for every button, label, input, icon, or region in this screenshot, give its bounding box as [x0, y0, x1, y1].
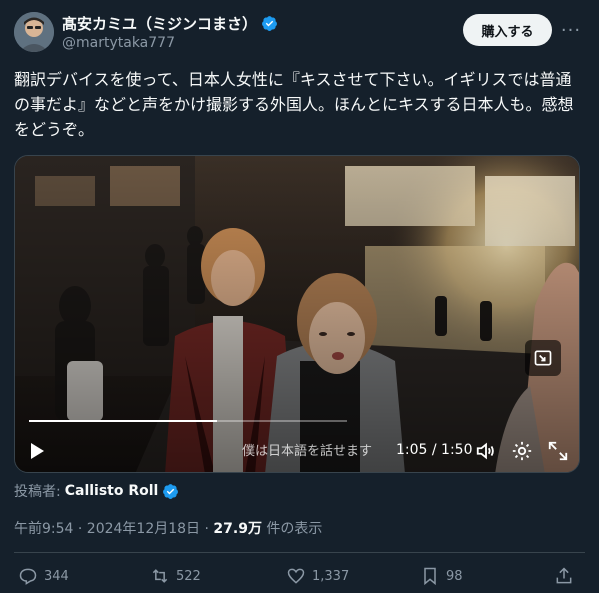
poster-attribution: 投稿者: Callisto Roll	[14, 481, 179, 501]
retweet-button[interactable]: 522	[150, 566, 201, 586]
tweet-text: 翻訳デバイスを使って、日本人女性に『キスさせて下さい。イギリスでは普通の事だよ』…	[14, 70, 574, 139]
view-count-suffix: 件の表示	[261, 521, 323, 537]
share-button[interactable]	[554, 566, 580, 586]
fullscreen-icon	[548, 441, 568, 461]
reply-icon	[19, 568, 37, 585]
play-button[interactable]	[25, 439, 49, 463]
bookmark-count: 98	[446, 568, 463, 584]
action-bar: 344 522 1,337 98	[14, 566, 585, 592]
like-count: 1,337	[312, 568, 350, 584]
view-count: 27.9万	[213, 521, 262, 537]
bookmark-icon	[424, 567, 436, 586]
bookmark-button[interactable]: 98	[420, 566, 463, 586]
poster-name[interactable]: Callisto Roll	[65, 483, 159, 499]
author-handle[interactable]: @martytaka777	[62, 35, 175, 51]
video-frame	[15, 156, 579, 472]
video-player[interactable]: 僕は日本語を話せます 1:05 / 1:50	[14, 155, 580, 473]
settings-button[interactable]	[511, 440, 533, 462]
gear-icon	[512, 441, 532, 461]
pip-icon	[534, 350, 552, 366]
divider	[14, 552, 585, 553]
verified-badge-icon	[262, 16, 277, 31]
share-icon	[556, 567, 572, 584]
like-button[interactable]: 1,337	[286, 566, 349, 586]
timestamp-row: 午前9:54 · 2024年12月18日 · 27.9万 件の表示	[14, 518, 322, 538]
reply-count: 344	[44, 568, 69, 584]
video-time: 1:05 / 1:50	[396, 442, 473, 458]
poster-label: 投稿者:	[14, 484, 61, 500]
volume-icon	[476, 442, 494, 460]
picture-in-picture-button[interactable]	[525, 340, 561, 376]
retweet-icon	[152, 569, 168, 583]
fullscreen-button[interactable]	[547, 440, 569, 462]
buy-button[interactable]: 購入する	[463, 14, 552, 46]
author-name-text: 髙安カミユ（ミジンコまさ）	[62, 15, 258, 33]
author-name[interactable]: 髙安カミユ（ミジンコまさ）	[62, 13, 278, 34]
verified-badge-icon	[163, 483, 179, 499]
heart-icon	[287, 568, 305, 584]
reply-button[interactable]: 344	[18, 566, 69, 586]
retweet-count: 522	[176, 568, 201, 584]
more-dots-icon[interactable]: ···	[558, 14, 584, 46]
play-icon	[31, 443, 44, 459]
video-progress-track[interactable]	[29, 420, 347, 422]
volume-button[interactable]	[475, 440, 497, 462]
video-subtitle: 僕は日本語を話せます	[242, 444, 373, 459]
video-progress-fill	[29, 420, 217, 422]
timestamp[interactable]: 午前9:54 · 2024年12月18日 ·	[14, 521, 213, 537]
avatar[interactable]	[14, 12, 54, 52]
